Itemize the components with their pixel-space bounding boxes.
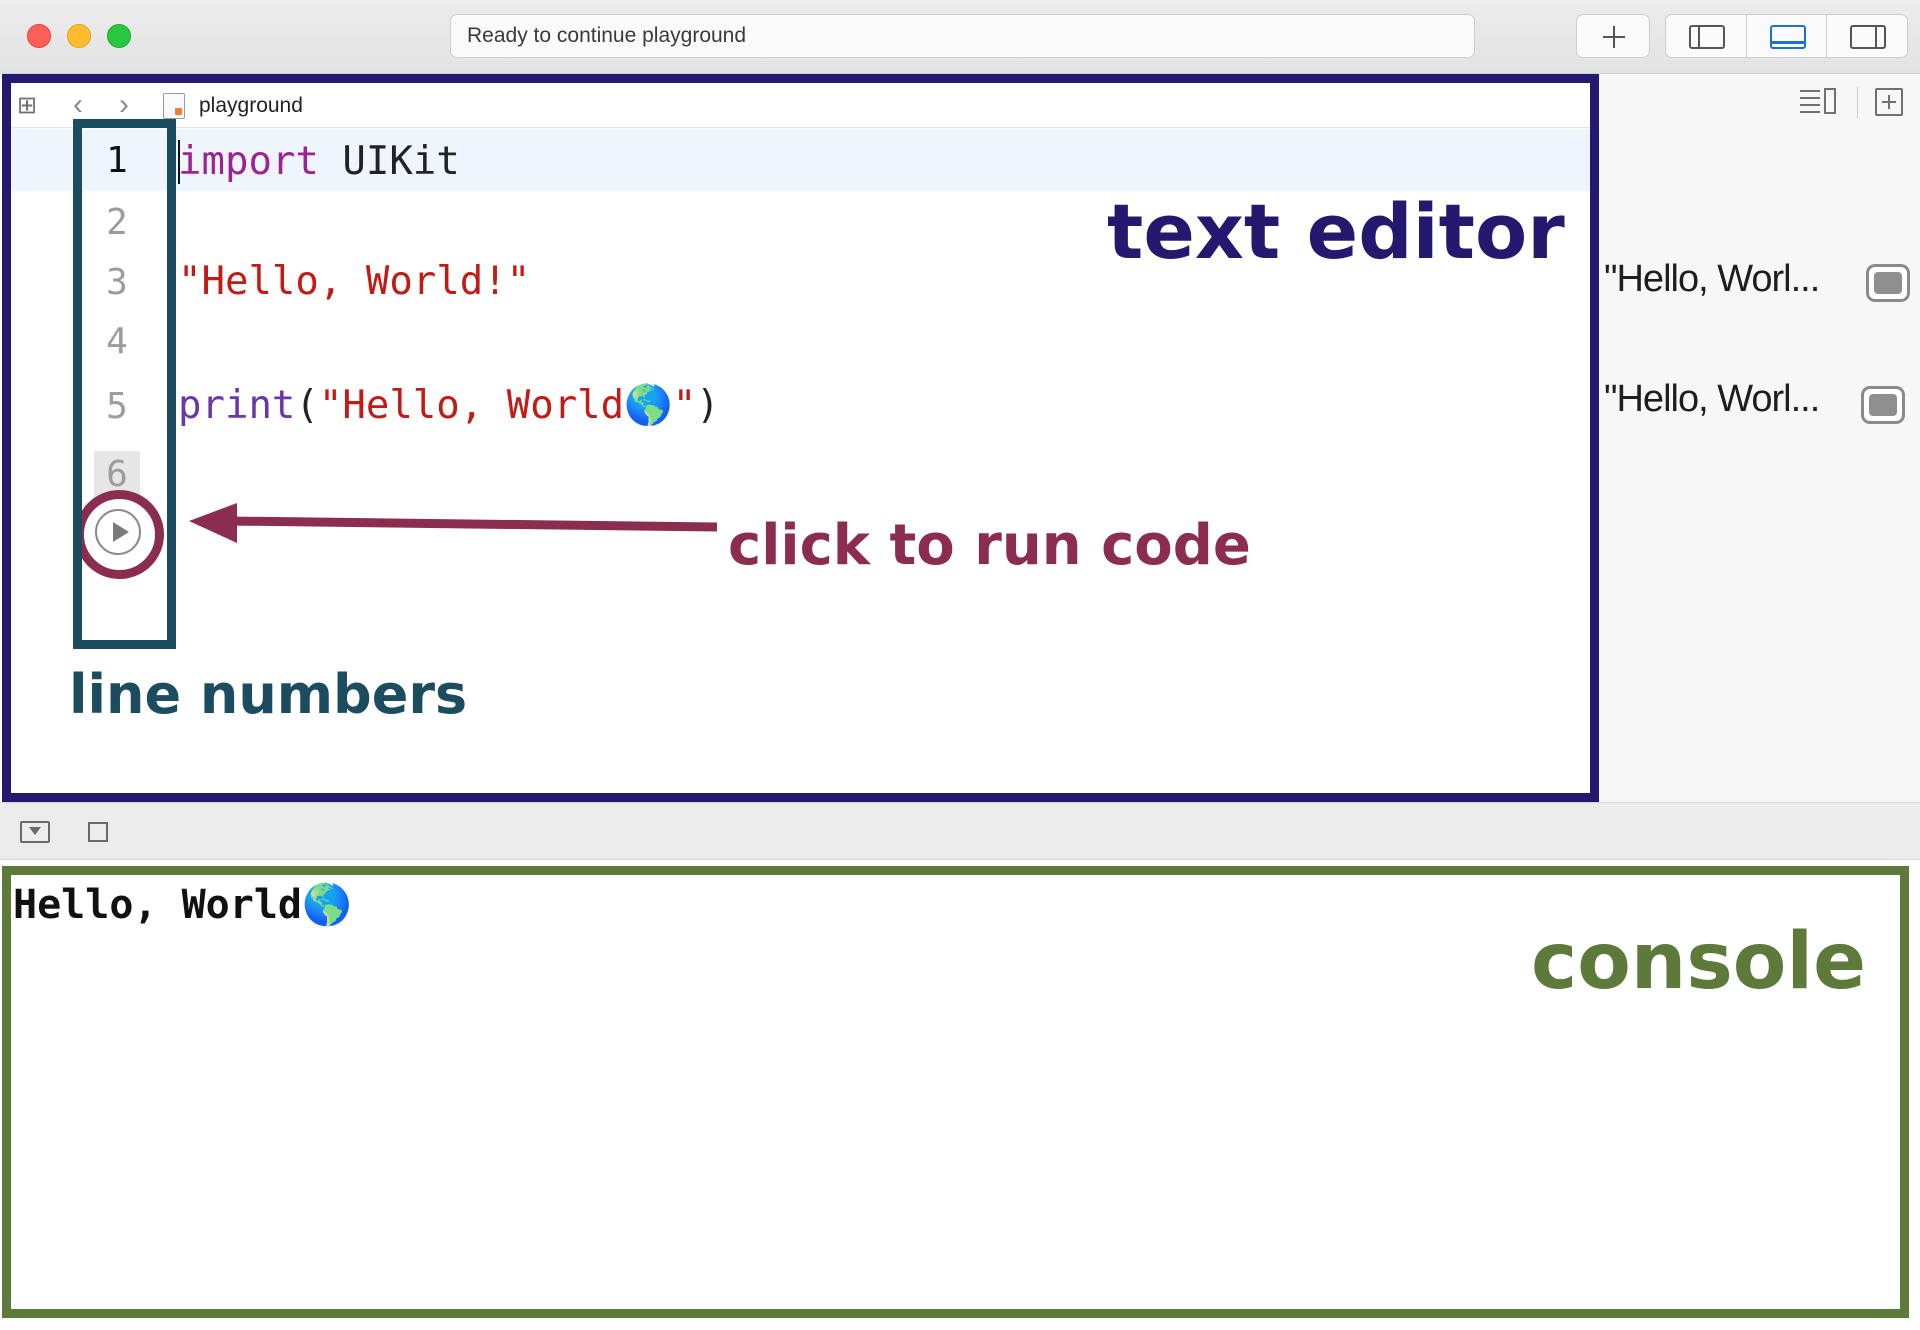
title-bar: Ready to continue playground	[0, 0, 1920, 74]
quick-look-icon[interactable]	[1866, 264, 1910, 302]
pane-toggle-group	[1665, 14, 1908, 58]
result-value-line-3: "Hello, Worl...	[1604, 258, 1820, 300]
jump-bar: ⊞ ‹ › playground	[11, 83, 1590, 128]
line-numbers-annotation-box	[73, 119, 176, 649]
minimize-window-button[interactable]	[67, 24, 91, 48]
code-line-1[interactable]: import UIKit	[178, 139, 460, 185]
toggle-navigator-button[interactable]	[1666, 15, 1746, 57]
string-token: "Hello, World🌎"	[318, 383, 697, 428]
zoom-window-button[interactable]	[107, 24, 131, 48]
jump-bar-file-name[interactable]: playground	[199, 93, 303, 119]
code-line-3[interactable]: "Hello, World!"	[178, 259, 530, 305]
line-numbers-annotation: line numbers	[69, 663, 468, 726]
run-annotation-arrow	[189, 503, 718, 543]
toggle-inspector-button[interactable]	[1826, 15, 1906, 57]
toggle-debug-area-button[interactable]	[1746, 15, 1826, 57]
sidebar-divider	[1857, 86, 1858, 118]
plus-icon	[1603, 26, 1625, 48]
console-output: Hello, World🌎	[13, 882, 352, 928]
paren-token: )	[696, 383, 720, 428]
text-editor-annotation: text editor	[1107, 187, 1565, 276]
stop-playground-icon[interactable]	[88, 822, 108, 842]
back-chevron-icon[interactable]: ‹	[73, 90, 83, 120]
function-token: print	[178, 383, 296, 428]
adjust-editor-options-icon[interactable]	[1800, 88, 1836, 116]
swift-file-icon	[163, 93, 185, 119]
string-token: "Hello, World!"	[178, 259, 531, 304]
text-editor[interactable]: ⊞ ‹ › playground 1 2 3 4 5 6 import UIKi…	[2, 74, 1599, 802]
identifier-token: UIKit	[318, 139, 460, 184]
keyword-token: import	[178, 139, 319, 184]
forward-chevron-icon[interactable]: ›	[119, 90, 129, 120]
results-sidebar	[1597, 74, 1920, 802]
run-code-annotation: click to run code	[728, 513, 1251, 578]
close-window-button[interactable]	[27, 24, 51, 48]
add-editor-icon[interactable]	[1875, 88, 1903, 116]
library-add-button[interactable]	[1576, 14, 1650, 58]
quick-look-icon[interactable]	[1861, 386, 1905, 424]
debug-bar	[0, 802, 1920, 860]
activity-status-field: Ready to continue playground	[450, 14, 1475, 58]
related-items-icon[interactable]: ⊞	[17, 94, 37, 118]
code-line-5[interactable]: print("Hello, World🌎")	[178, 383, 720, 429]
console[interactable]: Hello, World🌎 console	[2, 866, 1909, 1318]
console-annotation: console	[1530, 917, 1866, 1007]
inspector-pane-icon	[1850, 25, 1886, 49]
hide-debug-area-icon[interactable]	[20, 821, 50, 843]
result-value-line-5: "Hello, Worl...	[1604, 378, 1820, 420]
paren-token: (	[295, 383, 319, 428]
debug-pane-icon	[1770, 25, 1806, 49]
navigator-pane-icon	[1689, 25, 1725, 49]
